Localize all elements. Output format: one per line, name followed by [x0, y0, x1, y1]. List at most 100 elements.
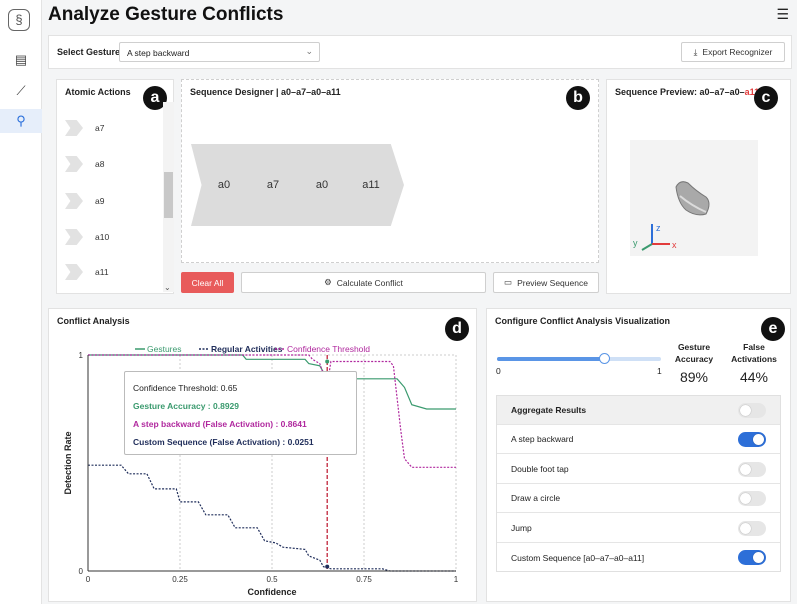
series-row-label: Aggregate Results	[511, 405, 587, 415]
x-tick-label: 0.25	[172, 575, 188, 584]
panel-badge-c: c	[754, 86, 778, 110]
chevron-arrow-icon	[65, 156, 83, 172]
chevron-arrow-icon	[65, 193, 83, 209]
atomic-action-item[interactable]: a9	[65, 193, 104, 209]
slider-min-label: 0	[496, 366, 501, 376]
series-row-label: Double foot tap	[511, 464, 569, 474]
chart-legend: Gestures Regular Activities Confidence Thr…	[135, 344, 370, 354]
list-icon: ▤	[14, 52, 28, 67]
step-backward-toggle[interactable]	[738, 432, 766, 447]
export-recognizer-button[interactable]: ⤓ Export Recognizer	[681, 42, 785, 62]
y-axis-label: y	[633, 238, 638, 248]
series-row-jump: Jump	[497, 514, 780, 543]
atomic-action-item[interactable]: a10	[65, 229, 109, 245]
download-icon: ⤓	[693, 46, 698, 57]
x-axis-label: x	[672, 240, 677, 250]
x-tick-label: 1	[454, 575, 459, 584]
slider-handle[interactable]	[598, 353, 610, 364]
detection-rate-chart[interactable]: 0 0.25 0.5 0.75 1 0 1 Gestures Regular Activiti…	[49, 309, 478, 603]
legend-label: Gestures	[147, 344, 182, 354]
viz-config-panel: Configure Conflict Analysis Visualizatio…	[486, 308, 791, 602]
trend-icon: ⟋	[16, 83, 26, 98]
atomic-action-label: a8	[95, 159, 105, 169]
sequence-step-label: a0	[217, 179, 231, 191]
sequence-step-label: a7	[266, 179, 280, 191]
series-row-double-foot-tap: Double foot tap	[497, 455, 780, 484]
sequence-preview-title: Sequence Preview: a0–a7–a0–a11	[615, 87, 760, 97]
draw-circle-toggle[interactable]	[738, 491, 766, 506]
conflict-analysis-panel: Conflict Analysis d 0 0.25 0.5 0.75 1 0 1 Gest…	[48, 308, 477, 602]
x-tick-label: 0	[86, 575, 91, 584]
gesture-accuracy-label: Gesture Accuracy	[674, 342, 714, 364]
series-toggle-list: Aggregate Results A step backward Double…	[496, 395, 781, 572]
sidebar-item-list[interactable]: ▤	[0, 48, 42, 72]
preview-sequence-label: Preview Sequence	[517, 277, 588, 288]
y-axis-title: Detection Rate	[63, 431, 73, 494]
series-row-label: Jump	[511, 523, 532, 533]
scrollbar-thumb[interactable]	[164, 172, 173, 218]
preview-sequence-button[interactable]: ▭ Preview Sequence	[493, 272, 599, 293]
tooltip-false-activation-b: Custom Sequence (False Activation) : 0.0…	[133, 437, 314, 447]
atomic-action-item[interactable]: a8	[65, 156, 104, 172]
z-axis-label: z	[656, 223, 661, 233]
atomic-action-label: a10	[95, 232, 110, 242]
shoe-3d-preview[interactable]: z x y	[630, 140, 758, 256]
calculate-conflict-label: Calculate Conflict	[336, 277, 403, 288]
sequence-designer-panel: Sequence Designer | a0–a7–a0–a11 b a0 a7…	[181, 79, 599, 263]
series-row-custom-sequence: Custom Sequence [a0–a7–a0–a11]	[497, 543, 780, 572]
select-gesture-label: Select Gesture	[57, 47, 121, 57]
sequence-designer-title: Sequence Designer | a0–a7–a0–a11	[190, 87, 341, 97]
menu-collapse-icon[interactable]: ☰	[776, 6, 789, 23]
tooltip-accuracy: Gesture Accuracy : 0.8929	[133, 401, 239, 411]
x-tick-label: 0.5	[266, 575, 278, 584]
sequence-step-label: a0	[315, 179, 329, 191]
series-row-draw-circle: Draw a circle	[497, 484, 780, 513]
x-tick-label: 0.75	[356, 575, 372, 584]
series-row-label: Draw a circle	[511, 493, 561, 503]
custom-sequence-toggle[interactable]	[738, 550, 766, 565]
gesture-select-value: A step backward	[127, 48, 190, 58]
gear-icon: ⚙	[324, 277, 332, 287]
atomic-action-item[interactable]: a11	[65, 264, 109, 280]
x-axis-title: Confidence	[247, 587, 296, 597]
sidebar-item-search[interactable]: ⚲	[0, 109, 42, 133]
false-activations-stat: False Activations 44%	[728, 341, 780, 385]
double-foot-tap-toggle[interactable]	[738, 462, 766, 477]
sequence-step[interactable]: a11	[338, 144, 404, 226]
aggregate-toggle[interactable]	[738, 403, 766, 418]
series-row-aggregate: Aggregate Results	[497, 396, 780, 425]
sidebar: § ▤ ⟋ ⚲	[0, 0, 42, 604]
panel-badge-e: e	[761, 317, 785, 341]
false-activations-label: False Activations	[731, 342, 777, 364]
jump-toggle[interactable]	[738, 521, 766, 536]
export-recognizer-label: Export Recognizer	[702, 47, 773, 57]
app-logo-icon: §	[8, 9, 30, 31]
series-row-label: Custom Sequence [a0–a7–a0–a11]	[511, 552, 645, 563]
false-activations-value: 44%	[739, 369, 769, 385]
y-tick-label: 0	[79, 567, 84, 576]
sidebar-item-trend[interactable]: ⟋	[0, 79, 42, 103]
chevron-arrow-icon	[65, 264, 83, 280]
atomic-action-item[interactable]: a7	[65, 120, 104, 136]
clear-all-button[interactable]: Clear All	[181, 272, 234, 293]
gesture-accuracy-stat: Gesture Accuracy 89%	[669, 341, 719, 385]
calculate-conflict-button[interactable]: ⚙ Calculate Conflict	[241, 272, 486, 293]
legend-label: Confidence Threshold	[287, 344, 370, 354]
video-icon: ▭	[504, 277, 513, 287]
atomic-action-label: a9	[95, 196, 105, 206]
page-title: Analyze Gesture Conflicts	[48, 4, 284, 25]
chevron-arrow-icon	[65, 120, 83, 136]
scroll-down-icon[interactable]: ⌄	[164, 283, 171, 292]
series-row-step-backward: A step backward	[497, 425, 780, 454]
tooltip-false-activation-a: A step backward (False Activation) : 0.8…	[133, 419, 307, 429]
chevron-arrow-icon	[65, 229, 83, 245]
atomic-action-label: a11	[95, 267, 109, 277]
gesture-select[interactable]: A step backward ⌄	[119, 42, 320, 62]
confidence-slider[interactable]	[497, 353, 661, 364]
atomic-actions-scrollbar[interactable]: ⌄	[163, 102, 174, 292]
gesture-toolbar: Select Gesture A step backward ⌄ ⤓ Expor…	[48, 35, 792, 69]
threshold-point	[325, 359, 330, 364]
atomic-actions-panel: Atomic Actions a a7 a8 a9 a10 a11 ⌄	[56, 79, 174, 294]
y-tick-label: 1	[79, 351, 84, 360]
viz-config-title: Configure Conflict Analysis Visualizatio…	[495, 316, 671, 326]
